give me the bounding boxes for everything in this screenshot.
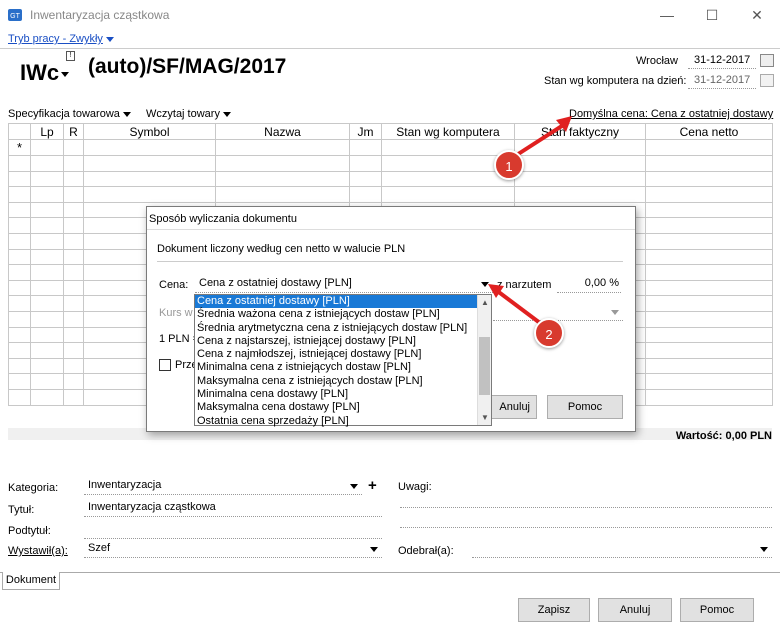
arrow-line-1	[510, 120, 570, 160]
arrow-line-2	[494, 288, 546, 328]
callout-badge-1: 1	[494, 150, 524, 180]
annotation-arrows	[488, 116, 572, 328]
callout-badge-2: 2	[534, 318, 564, 348]
